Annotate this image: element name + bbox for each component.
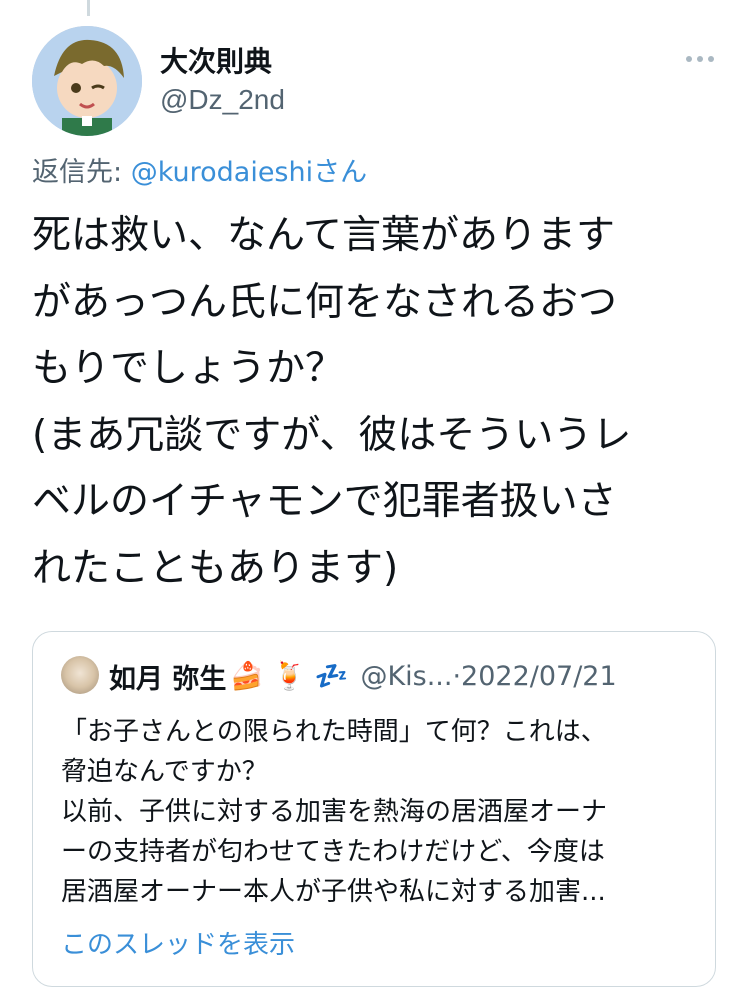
more-dot [686,56,692,62]
quoted-tweet-card[interactable]: 如月 弥生 🍰 🍹 💤 @Kis...·2022/07/21 「お子さんとの限ら… [32,631,716,987]
quoted-tweet-header: 如月 弥生 🍰 🍹 💤 @Kis...·2022/07/21 [109,656,617,696]
quoted-author-name: 如月 弥生 [109,663,227,695]
thread-connector-line [87,0,90,16]
avatar-illustration [32,26,142,136]
quoted-tweet-text: 「お子さんとの限られた時間」て何？これは、 脅迫なんですか？ 以前、子供に対する… [61,717,608,907]
more-options-icon[interactable] [686,48,716,70]
quoted-name-emojis: 🍰 🍹 💤 [230,661,349,692]
reply-to-line: 返信先: @kurodaieshiさん [32,150,367,189]
author-name[interactable]: 大次則典 [160,40,272,80]
reply-mention-link[interactable]: @kurodaieshiさん [131,157,367,188]
show-thread-link[interactable]: このスレッドを表示 [61,924,295,961]
author-handle[interactable]: @Dz_2nd [160,84,285,116]
quoted-handle-date: @Kis...·2022/07/21 [360,660,617,692]
quoted-author-avatar [61,656,99,694]
author-avatar[interactable] [32,26,142,136]
more-dot [697,56,703,62]
reply-to-label: 返信先: [32,157,131,188]
more-dot [708,56,714,62]
tweet-text: 死は救い、なんて言葉があります があっつん氏に何をなされるおつ もりでしょうか？… [32,213,632,591]
